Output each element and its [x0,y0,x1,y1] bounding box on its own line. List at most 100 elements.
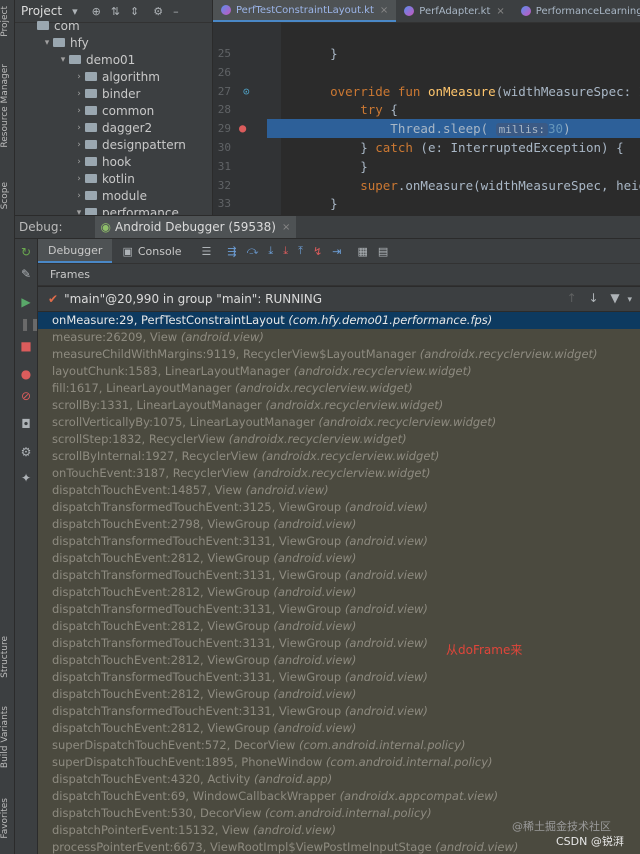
chevron-right-icon[interactable]: › [73,140,85,150]
force-step-into-icon[interactable]: ⤓ [283,244,288,258]
filter-icon[interactable]: ▼ [610,291,619,305]
stack-frame[interactable]: dispatchTransformedTouchEvent:3125, View… [38,499,640,516]
stack-frame[interactable]: superDispatchTouchEvent:572, DecorView (… [38,737,640,754]
step-over-icon[interactable]: ⤼ [247,244,259,258]
stack-frame[interactable]: dispatchTouchEvent:69, WindowCallbackWra… [38,788,640,805]
stack-frame[interactable]: dispatchTouchEvent:2812, ViewGroup (andr… [38,584,640,601]
chevron-right-icon[interactable]: › [73,72,85,82]
code-line[interactable]: 26 [213,63,640,82]
tool-window-structure[interactable]: Structure [0,636,14,678]
menu-icon[interactable]: ☰ [202,245,212,258]
tree-item[interactable]: com [15,17,212,34]
stack-frame[interactable]: dispatchTouchEvent:4320, Activity (andro… [38,771,640,788]
tree-item[interactable]: ▾ demo01 [15,51,212,68]
stack-frame[interactable]: scrollVerticallyBy:1075, LinearLayoutMan… [38,414,640,431]
override-marker-icon[interactable]: ⊙ [243,82,250,101]
tool-window-project[interactable]: Project [0,6,14,37]
stack-frame[interactable]: dispatchTransformedTouchEvent:3131, View… [38,669,640,686]
minimize-icon[interactable]: – [173,5,179,18]
expand-icon[interactable]: ⇕ [130,5,139,18]
tree-item[interactable]: › dagger2 [15,119,212,136]
pause-icon[interactable]: ❚❚ [20,317,40,331]
stack-frame[interactable]: fill:1617, LinearLayoutManager (androidx… [38,380,640,397]
chevron-right-icon[interactable]: › [73,123,85,133]
tool-window-scope[interactable]: Scope [0,182,14,209]
tree-item[interactable]: › algorithm [15,68,212,85]
rerun-icon[interactable]: ↻ [20,245,32,259]
stack-frame[interactable]: dispatchTransformedTouchEvent:3131, View… [38,601,640,618]
close-icon[interactable]: × [496,6,504,17]
code-line[interactable]: 29 ● Thread.sleep( millis: 30) [218,119,640,139]
stack-frame[interactable]: scrollBy:1331, LinearLayoutManager (andr… [38,397,640,414]
debug-session-tab[interactable]: ◉ Android Debugger (59538) × [94,216,297,238]
stack-frame[interactable]: dispatchTouchEvent:2812, ViewGroup (andr… [38,652,640,669]
chevron-right-icon[interactable]: › [73,106,85,116]
tree-item[interactable]: › kotlin [15,170,212,187]
chevron-down-icon[interactable]: ▾ [41,38,53,48]
breakpoint-icon[interactable]: ● [239,119,246,138]
arrow-down-icon[interactable]: ↓ [589,291,599,305]
stack-frame[interactable]: scrollByInternal:1927, RecyclerView (and… [38,448,640,465]
stack-frame[interactable]: layoutChunk:1583, LinearLayoutManager (a… [38,363,640,380]
tree-item[interactable]: › designpattern [15,136,212,153]
chevron-down-icon[interactable]: ▾ [73,208,85,216]
project-view-selector[interactable]: Project [21,4,62,18]
chevron-right-icon[interactable]: › [73,157,85,167]
camera-icon[interactable]: ◘ [20,417,32,431]
pin-icon[interactable]: ✦ [20,471,32,485]
editor-tab[interactable]: PerfAdapter.kt × [396,0,513,22]
stack-frame[interactable]: measureChildWithMargins:9119, RecyclerVi… [38,346,640,363]
code-line[interactable]: 28 try { [213,100,640,119]
tool-window-resource-manager[interactable]: Resource Manager [0,64,14,148]
tree-item[interactable]: › hook [15,153,212,170]
code-line[interactable]: 33 } [213,194,640,213]
wrench-icon[interactable]: ✎ [20,267,32,281]
chevron-down-icon[interactable]: ▾ [57,55,69,65]
stack-frame[interactable]: dispatchTouchEvent:2812, ViewGroup (andr… [38,618,640,635]
arrow-up-icon[interactable]: ↑ [567,291,577,305]
tree-item[interactable]: › binder [15,85,212,102]
code-line[interactable]: 32 super.onMeasure(widthMeasureSpec, hei… [213,176,640,195]
stack-frame[interactable]: dispatchTouchEvent:2812, ViewGroup (andr… [38,550,640,567]
stack-frame[interactable]: dispatchTouchEvent:2798, ViewGroup (andr… [38,516,640,533]
stack-frame[interactable]: processPointerEvent:6673, ViewRootImpl$V… [38,839,640,854]
stack-frame[interactable]: dispatchTransformedTouchEvent:3131, View… [38,635,640,652]
collapse-icon[interactable]: ⇅ [111,5,120,18]
stack-frame[interactable]: superDispatchTouchEvent:1895, PhoneWindo… [38,754,640,771]
target-icon[interactable]: ⊕ [92,5,101,18]
evaluate-expression-icon[interactable]: ▦ [357,245,367,258]
stack-frame[interactable]: dispatchTouchEvent:14857, View (android.… [38,482,640,499]
tree-item[interactable]: › module [15,187,212,204]
tool-window-build-variants[interactable]: Build Variants [0,706,14,768]
settings-icon[interactable]: ⚙ [20,445,32,459]
thread-selector[interactable]: ✔ "main"@20,990 in group "main": RUNNING… [38,287,640,311]
chevron-right-icon[interactable]: › [73,191,85,201]
stop-icon[interactable]: ■ [20,339,32,353]
tab-debugger[interactable]: Debugger [38,239,113,263]
resume-icon[interactable]: ▶ [20,295,32,309]
chevron-right-icon[interactable]: › [73,89,85,99]
tab-console[interactable]: ▣ Console [112,239,191,263]
stack-frame[interactable]: onTouchEvent:3187, RecyclerView (android… [38,465,640,482]
run-to-cursor-icon[interactable]: ⇥ [332,245,341,258]
tree-item[interactable]: ▾ performance [15,204,212,215]
code-line[interactable]: 25 } [213,44,640,63]
tool-window-favorites[interactable]: Favorites [0,798,14,839]
chevron-right-icon[interactable]: › [73,174,85,184]
stack-frame[interactable]: dispatchTouchEvent:2812, ViewGroup (andr… [38,686,640,703]
stack-frame[interactable]: measure:26209, View (android.view) [38,329,640,346]
stack-frame[interactable]: dispatchTransformedTouchEvent:3131, View… [38,567,640,584]
code-line[interactable]: 27 ⊙ override fun onMeasure(widthMeasureS… [213,82,640,101]
close-icon[interactable]: × [380,5,388,16]
editor-tab[interactable]: PerformanceLearningActivity.kt× [513,0,640,22]
layout-icon[interactable]: ▤ [378,245,388,258]
stack-frame[interactable]: dispatchTransformedTouchEvent:3131, View… [38,703,640,720]
chevron-down-icon[interactable]: ▾ [627,295,632,305]
drop-frame-icon[interactable]: ↯ [313,245,322,258]
close-icon[interactable]: × [282,222,290,233]
tree-item[interactable]: › common [15,102,212,119]
step-into-icon[interactable]: ⤓ [268,244,273,258]
code-line[interactable]: 30 } catch (e: InterruptedException) { [213,138,640,157]
view-breakpoints-icon[interactable]: ● [20,367,32,381]
gear-icon[interactable]: ⚙ [153,5,163,18]
